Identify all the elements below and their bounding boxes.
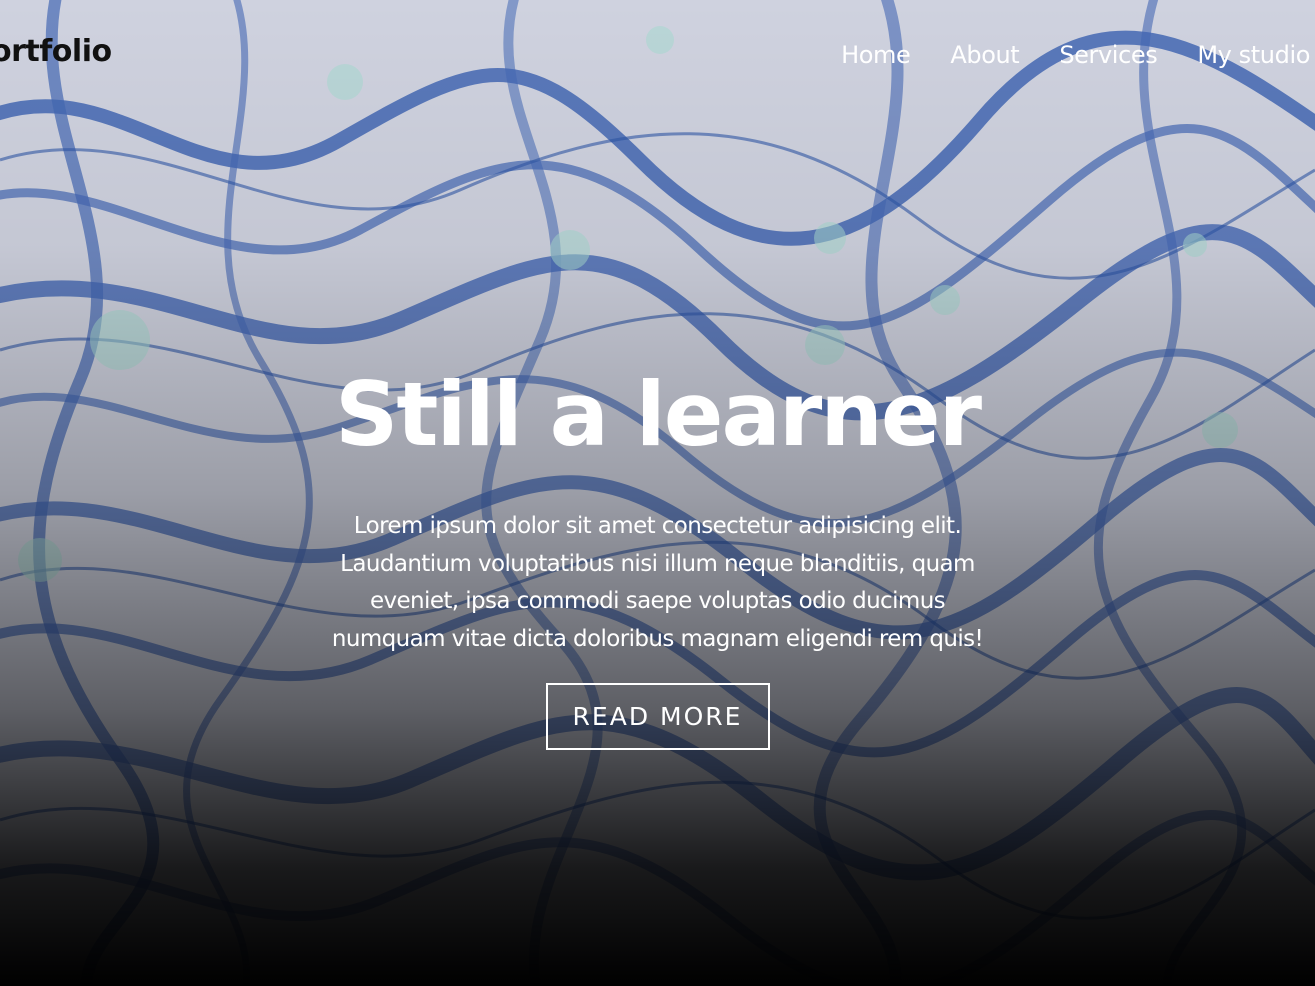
read-more-button[interactable]: READ MORE [545,683,770,750]
nav-link-about[interactable]: About [950,41,1019,69]
nav-item-services: Services [1059,41,1157,69]
nav-link-home[interactable]: Home [841,41,911,69]
hero-title: Still a learner [335,363,982,466]
nav-item-home: Home [841,41,911,69]
main-nav: Home About Services My studio [841,41,1310,69]
hero-paragraph-line: Laudantium voluptatibus nisi illum neque… [340,550,975,577]
hero-paragraph-line: eveniet, ipsa commodi saepe voluptas odi… [369,588,946,614]
site-logo[interactable]: ortfolio [0,34,112,69]
nav-link-my-studio[interactable]: My studio [1197,41,1310,69]
nav-item-about: About [950,41,1019,69]
nav-link-services[interactable]: Services [1059,41,1157,69]
hero-paragraph: Lorem ipsum dolor sit amet consectetur a… [278,508,1038,658]
nav-item-my-studio: My studio [1197,41,1310,69]
hero-content: Still a learner Lorem ipsum dolor sit am… [0,360,1315,750]
hero-paragraph-line: numquam vitae dicta doloribus magnam eli… [331,625,984,652]
hero-paragraph-line: Lorem ipsum dolor sit amet consectetur a… [353,513,962,539]
hero-section: ortfolio Home About Services My studio S… [0,0,1315,986]
